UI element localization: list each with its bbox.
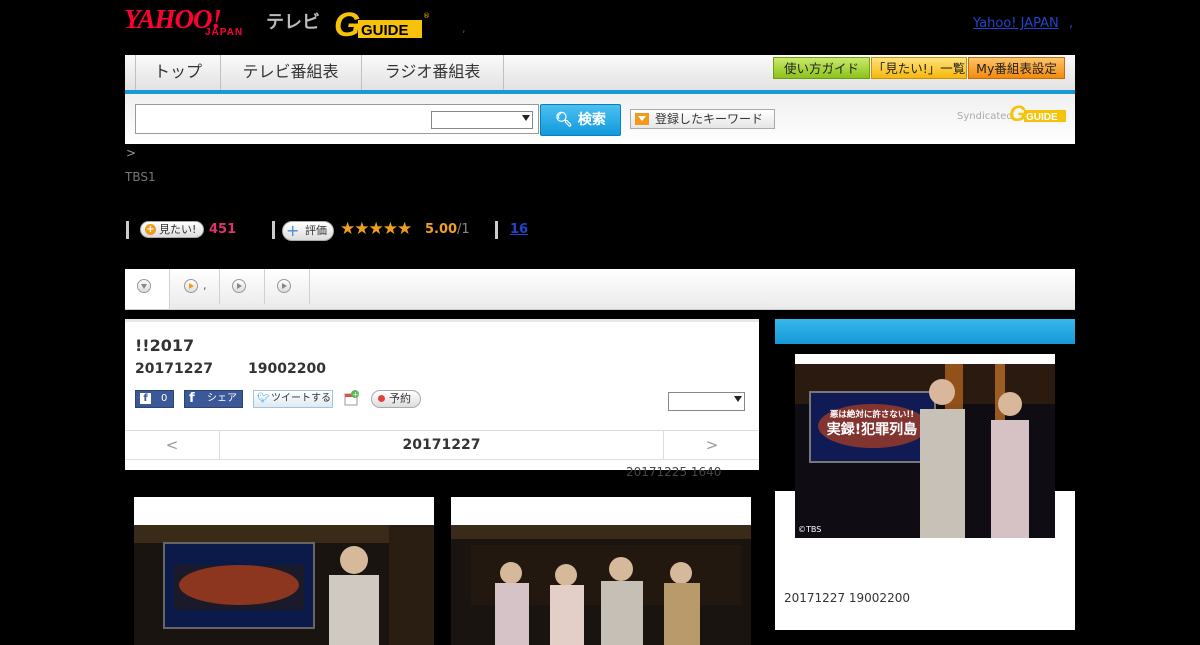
svg-text:GUIDE: GUIDE (1026, 112, 1058, 123)
star-rating: ★★★★★ (340, 219, 412, 239)
svg-text:G: G (334, 6, 360, 42)
svg-text:G: G (1009, 101, 1026, 125)
syndicated-label: Syndicated (957, 111, 1013, 122)
divider (495, 221, 498, 239)
content-tabs: , (125, 269, 1075, 310)
update-timestamp: 20171225 1640 (626, 465, 722, 479)
registered-keyword-button[interactable]: 登録したキーワード (630, 109, 775, 129)
tab-item[interactable] (265, 269, 310, 304)
channel-name: TBS1 (125, 170, 156, 184)
program-title: !!2017 (135, 336, 195, 355)
my-settings-button[interactable]: My番組表設定 (968, 57, 1065, 79)
record-icon (378, 395, 385, 402)
divider (272, 221, 275, 239)
chevron-down-icon (734, 396, 742, 402)
breadcrumb[interactable]: > (126, 146, 136, 160)
copyright-text: ©TBS (798, 525, 821, 534)
rating-score: 5.00 (425, 222, 458, 237)
hyoka-button[interactable]: + 評価 (282, 221, 334, 241)
right-panel-header (775, 319, 1075, 344)
program-time: 19002200 (248, 361, 326, 377)
search-category-select[interactable] (431, 111, 533, 129)
right-panel-date: 20171227 19002200 (784, 591, 910, 605)
yahoo-japan-link[interactable]: Yahoo! JAPAN (973, 16, 1059, 31)
nav-tab-top[interactable]: トップ (135, 55, 221, 90)
next-day-button[interactable]: > (663, 431, 760, 459)
header-right-separator: , (1069, 16, 1074, 31)
play-icon (232, 279, 246, 293)
facebook-share-button[interactable]: f シェア (184, 390, 243, 408)
chevron-down-icon (137, 279, 151, 293)
facebook-like-button[interactable]: f 0 (135, 390, 174, 408)
plus-icon: + (145, 224, 156, 235)
facebook-share-label: シェア (207, 393, 237, 404)
review-count-link[interactable]: 16 (510, 222, 528, 237)
key-visual-title: 実録!犯罪列島 (827, 421, 917, 438)
guide-button[interactable]: 使い方ガイド (773, 57, 870, 79)
tab-overview[interactable] (125, 269, 170, 309)
header-separator: , (462, 22, 466, 35)
registered-keyword-label: 登録したキーワード (655, 112, 764, 126)
play-icon (184, 279, 198, 293)
record-reserve-label: 予約 (389, 392, 411, 405)
main-program-image[interactable]: 悪は絶対に許さない!! 実録!犯罪列島 ©TBS (795, 354, 1055, 538)
program-key-visual: 悪は絶対に許さない!! 実録!犯罪列島 ©TBS (795, 364, 1055, 538)
mitai-label: 見たい! (159, 223, 197, 236)
add-calendar-icon[interactable]: + (344, 390, 359, 406)
tab-item[interactable] (220, 269, 265, 304)
rating-count: /1 (457, 222, 470, 237)
nav-tab-tv-listings[interactable]: テレビ番組表 (220, 55, 362, 90)
svg-text:®: ® (423, 12, 430, 20)
nav-tab-radio-listings[interactable]: ラジオ番組表 (362, 55, 504, 90)
program-date: 20171227 (135, 361, 213, 377)
facebook-like-count: 0 (161, 393, 168, 404)
current-date: 20171227 (402, 437, 481, 453)
date-navigation: < 20171227 > (125, 430, 759, 460)
program-thumbnail[interactable] (134, 497, 434, 645)
facebook-icon: f (189, 391, 195, 406)
svg-text:+: + (353, 391, 359, 399)
play-icon (277, 279, 291, 293)
search-button[interactable]: 🔍︎ 検索 (540, 104, 621, 136)
syndicated-gguide-logo: G GUIDE (1009, 101, 1066, 125)
key-visual-subtitle: 悪は絶対に許さない!! (830, 409, 914, 420)
divider (126, 221, 129, 239)
mitai-count: 451 (209, 222, 237, 237)
program-panel: !!2017 20171227 19002200 f 0 f シェア 🐦︎ ツイ… (125, 319, 759, 470)
gguide-logo[interactable]: G GUIDE ® (334, 6, 434, 42)
program-photo (134, 525, 434, 645)
tab-item[interactable]: , (170, 269, 220, 304)
search-icon: 🔍︎ (555, 112, 573, 128)
tv-logo-text: テレビ (266, 12, 320, 33)
search-band: 🔍︎ 検索 登録したキーワード Syndicated G GUIDE (125, 94, 1075, 144)
prev-day-button[interactable]: < (125, 431, 220, 459)
tweet-button[interactable]: 🐦︎ ツイートする (253, 390, 333, 408)
svg-text:GUIDE: GUIDE (361, 22, 409, 39)
mitai-list-button[interactable]: 「見たい!」一覧 (871, 57, 967, 79)
recorder-select[interactable] (668, 392, 745, 411)
facebook-icon: f (140, 393, 151, 404)
hyoka-label: 評価 (305, 224, 327, 237)
record-reserve-button[interactable]: 予約 (371, 390, 421, 408)
mitai-button[interactable]: + 見たい! (140, 221, 204, 238)
tweet-label: ツイートする (271, 393, 331, 404)
chevron-down-icon (522, 115, 530, 121)
program-thumbnail[interactable] (451, 497, 751, 645)
plus-icon: + (286, 221, 300, 240)
dropdown-arrow-icon (635, 113, 649, 125)
twitter-bird-icon: 🐦︎ (257, 393, 270, 404)
tab-label: , (203, 279, 207, 292)
search-button-label: 検索 (577, 112, 606, 128)
yahoo-japan-sublogo: JAPAN (205, 27, 244, 38)
cast-photo (451, 525, 751, 645)
main-nav: トップ テレビ番組表 ラジオ番組表 使い方ガイド 「見たい!」一覧 My番組表設… (125, 55, 1075, 94)
